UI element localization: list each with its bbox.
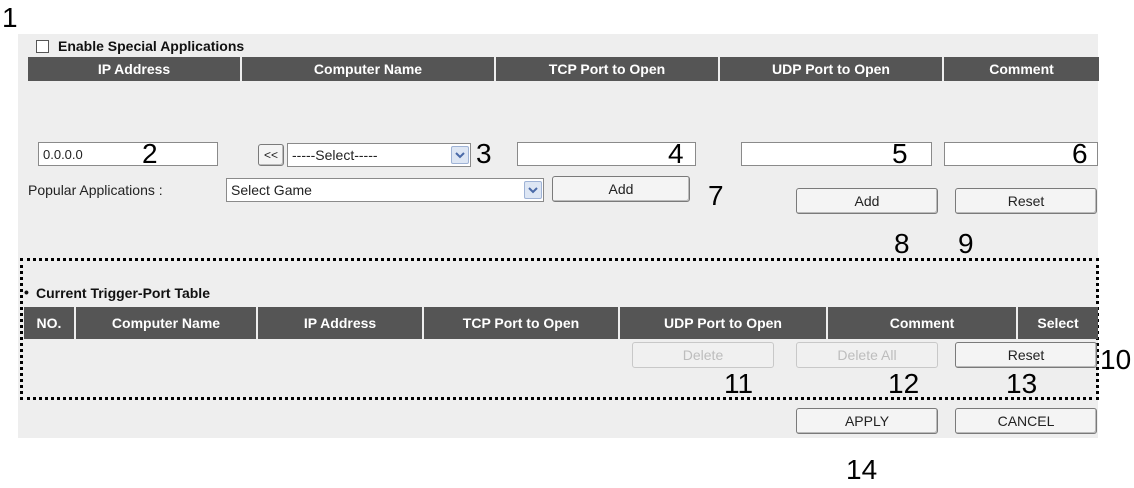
annotation-9: 9 xyxy=(958,228,974,259)
popular-applications-label: Popular Applications : xyxy=(28,182,163,198)
th-tcp-port: TCP Port to Open xyxy=(424,307,618,339)
ip-address-field[interactable]: 0.0.0.0 xyxy=(38,142,218,166)
enable-special-applications-label: Enable Special Applications xyxy=(58,38,245,54)
header-comment: Comment xyxy=(944,57,1099,81)
annotation-2: 2 xyxy=(142,138,158,169)
annotation-6: 6 xyxy=(1072,138,1088,169)
th-select: Select xyxy=(1018,307,1098,339)
th-no: NO. xyxy=(24,307,74,339)
annotation-11: 11 xyxy=(724,368,754,399)
annotation-12: 12 xyxy=(888,368,920,399)
annotation-7: 7 xyxy=(708,180,724,211)
th-ip-address: IP Address xyxy=(258,307,422,339)
enable-special-applications-checkbox[interactable] xyxy=(36,40,49,53)
cancel-button[interactable]: CANCEL xyxy=(955,408,1097,434)
annotation-4: 4 xyxy=(668,138,684,169)
annotation-8: 8 xyxy=(894,228,910,259)
annotation-1: 1 xyxy=(2,2,18,33)
delete-all-button[interactable]: Delete All xyxy=(796,342,938,368)
add-button[interactable]: Add xyxy=(796,188,938,214)
annotation-14: 14 xyxy=(846,454,878,485)
reset-button[interactable]: Reset xyxy=(955,188,1097,214)
popular-applications-select[interactable]: Select Game xyxy=(226,178,544,202)
header-udp-port: UDP Port to Open xyxy=(720,57,942,81)
annotation-10: 10 xyxy=(1100,344,1132,375)
computer-name-select[interactable]: -----Select----- xyxy=(287,143,471,167)
th-udp-port: UDP Port to Open xyxy=(620,307,826,339)
trigger-table-bullet: • xyxy=(24,284,29,300)
popular-applications-select-value: Select Game xyxy=(231,182,312,198)
header-ip-address: IP Address xyxy=(28,57,240,81)
delete-button[interactable]: Delete xyxy=(632,342,774,368)
computer-name-copy-button[interactable]: << xyxy=(258,144,284,166)
chevron-down-icon xyxy=(451,146,469,164)
popular-add-button[interactable]: Add xyxy=(552,176,690,202)
annotation-13: 13 xyxy=(1006,368,1038,399)
header-computer-name: Computer Name xyxy=(242,57,494,81)
th-computer-name: Computer Name xyxy=(76,307,256,339)
th-comment: Comment xyxy=(828,307,1016,339)
apply-button[interactable]: APPLY xyxy=(796,408,938,434)
trigger-table-title: Current Trigger-Port Table xyxy=(36,285,210,301)
annotation-5: 5 xyxy=(892,138,908,169)
annotation-3: 3 xyxy=(476,138,492,169)
header-tcp-port: TCP Port to Open xyxy=(496,57,718,81)
chevron-down-icon xyxy=(524,181,542,199)
computer-name-select-value: -----Select----- xyxy=(292,147,378,163)
trigger-reset-button[interactable]: Reset xyxy=(955,342,1097,368)
